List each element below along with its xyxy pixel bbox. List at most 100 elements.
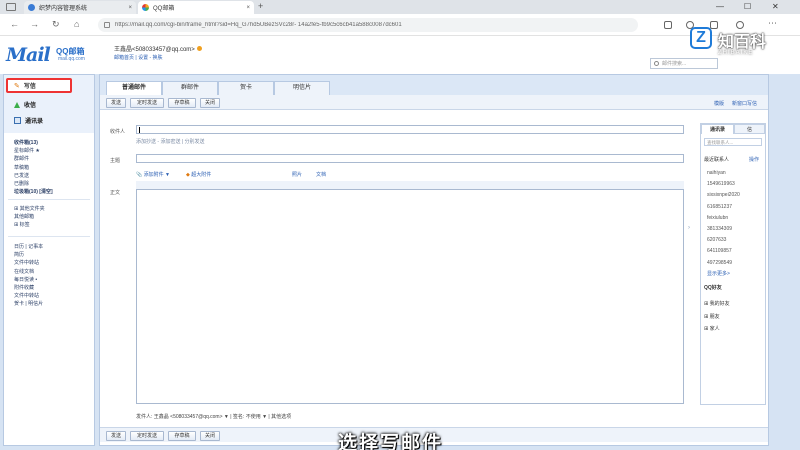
contact-item[interactable]: 616851237 <box>707 202 740 213</box>
app-filestation[interactable]: 文件中转站 <box>14 292 43 300</box>
close-button[interactable]: 关闭 <box>200 431 220 441</box>
recent-contacts-label: 最近联系人 <box>704 157 730 163</box>
app-transfer[interactable]: 文件中转站 <box>14 259 43 267</box>
contact-item[interactable]: feixiulubn <box>707 213 740 224</box>
show-more-link[interactable]: 显示更多> <box>707 269 740 280</box>
tab-greeting-card[interactable]: 贺卡 <box>218 81 274 95</box>
url-text: https://mail.qq.com/cgi-bin/frame_html?s… <box>115 22 402 28</box>
contact-item[interactable]: 1549619963 <box>707 179 740 190</box>
refresh-icon[interactable]: ↻ <box>52 19 60 30</box>
divider <box>8 236 90 237</box>
tab-actions-icon[interactable] <box>6 3 16 11</box>
contact-item[interactable]: 381334309 <box>707 224 740 235</box>
collapse-panel-icon[interactable]: › <box>688 225 690 231</box>
save-draft-button[interactable]: 存草稿 <box>168 98 196 108</box>
contacts-label: 通讯录 <box>25 119 44 125</box>
compose-label: 写信 <box>23 84 36 90</box>
close-tab-icon[interactable]: × <box>246 5 250 11</box>
video-caption: 选择写邮件 <box>338 433 444 450</box>
contact-item[interactable]: naihiyan <box>707 168 740 179</box>
to-field[interactable] <box>136 125 684 134</box>
quick-actions: ✎ 写信 收信 通讯录 <box>4 75 94 133</box>
compose-tabs: 普通邮件 群邮件 贺卡 明信片 <box>100 75 768 95</box>
mail-frame: ✎ 写信 收信 通讯录 收件箱(13) 星标邮件 ★ 群邮件 草稿箱 已发送 已… <box>0 74 800 450</box>
user-email: 王鑫晶<508033457@qq.com> <box>114 47 195 53</box>
new-window-link[interactable]: 新窗口写信 <box>732 100 757 107</box>
contact-item[interactable]: 497298549 <box>707 258 740 269</box>
mail-header: Mail QQ邮箱 mail.qq.com 王鑫晶<508033457@qq.c… <box>0 36 800 74</box>
app-reading[interactable]: 每日悦读 • <box>14 276 43 284</box>
forward-icon[interactable]: → <box>30 19 39 29</box>
folder-sent[interactable]: 已发送 <box>14 172 53 180</box>
contacts-button[interactable]: 通讯录 <box>14 116 43 125</box>
browser-tab-qqmail[interactable]: QQ邮箱 × <box>138 1 254 14</box>
body-label: 正文 <box>110 190 121 196</box>
split-screen-icon[interactable] <box>664 21 672 29</box>
inbox-button[interactable]: 收信 <box>14 100 36 109</box>
contact-item[interactable]: 6207633 <box>707 235 740 246</box>
tab-postcard[interactable]: 明信片 <box>274 81 330 95</box>
recent-action-link[interactable]: 操作 <box>749 156 759 163</box>
photo-link[interactable]: 照片 <box>292 171 302 178</box>
labels-toggle[interactable]: ⊞ 标签 <box>14 221 45 229</box>
contact-item[interactable]: sixsixnpei2020 <box>707 190 740 201</box>
folder-deleted[interactable]: 已删除 <box>14 180 53 188</box>
template-link[interactable]: 模版 <box>714 100 724 107</box>
qqmail-logo[interactable]: Mail <box>6 44 51 66</box>
timed-send-button[interactable]: 定时发送 <box>130 431 164 441</box>
browser-tab-dedecms[interactable]: 织梦内容管理系统 × <box>24 1 136 14</box>
close-tab-icon[interactable]: × <box>128 5 132 11</box>
compose-button[interactable]: ✎ 写信 <box>6 78 72 93</box>
tab-contacts[interactable]: 通讯录 <box>701 124 734 134</box>
folder-spam[interactable]: 垃圾箱(10) [清空] <box>14 188 53 196</box>
folder-inbox[interactable]: 收件箱(13) <box>14 139 53 147</box>
home-icon[interactable]: ⌂ <box>74 19 79 29</box>
app-attachments[interactable]: 附件收藏 <box>14 284 43 292</box>
other-mailboxes[interactable]: 其他邮箱 <box>14 213 45 221</box>
address-bar: ← → ↻ ⌂ https://mail.qq.com/cgi-bin/fram… <box>0 14 800 36</box>
contact-search-input[interactable]: 查找联系人... <box>704 138 762 146</box>
mail-body-editor[interactable] <box>136 189 684 404</box>
watermark-logo: Z 知百科 ZHIBAIKE <box>688 24 788 68</box>
send-button[interactable]: 发送 <box>106 431 126 441</box>
close-button[interactable]: 关闭 <box>200 98 220 108</box>
send-button[interactable]: 发送 <box>106 98 126 108</box>
other-folders-toggle[interactable]: ⊞ 其他文件夹 <box>14 205 45 213</box>
inbox-icon <box>14 101 20 108</box>
super-attachment-link[interactable]: ◆ 超大附件 <box>186 171 211 178</box>
tab-other[interactable]: 信 <box>734 124 765 134</box>
subject-field[interactable] <box>136 154 684 163</box>
app-resume[interactable]: 简历 <box>14 251 43 259</box>
cc-bcc-links[interactable]: 添加抄送 - 添加密送 | 分别发送 <box>136 138 205 145</box>
timed-send-button[interactable]: 定时发送 <box>130 98 164 108</box>
new-tab-button[interactable]: + <box>258 1 263 11</box>
save-draft-button[interactable]: 存草稿 <box>168 431 196 441</box>
folder-group[interactable]: 群邮件 <box>14 155 53 163</box>
to-label: 收件人 <box>110 129 126 135</box>
folder-list: 收件箱(13) 星标邮件 ★ 群邮件 草稿箱 已发送 已删除 垃圾箱(10) [… <box>14 139 53 196</box>
add-attachment-label: 添加附件 <box>143 172 164 178</box>
document-link[interactable]: 文档 <box>316 171 326 178</box>
tab-normal-mail[interactable]: 普通邮件 <box>106 81 162 95</box>
back-icon[interactable]: ← <box>10 19 19 29</box>
maximize-button[interactable]: ☐ <box>744 2 751 11</box>
sender-options[interactable]: 发件人: 王鑫晶 <508033457@qq.com> ▼ | 签名: 不使用 … <box>136 413 291 420</box>
browser-tab-bar: 织梦内容管理系统 × QQ邮箱 × + — ☐ ✕ <box>0 0 800 14</box>
close-window-button[interactable]: ✕ <box>772 2 779 11</box>
group-family[interactable]: ⊞ 家人 <box>704 323 730 336</box>
app-calendar[interactable]: 日历 | 记事本 <box>14 243 43 251</box>
contacts-panel: 通讯录 信 查找联系人... 最近联系人 操作 naihiyan 1549619… <box>700 123 766 405</box>
url-input[interactable]: https://mail.qq.com/cgi-bin/frame_html?s… <box>98 18 638 32</box>
contact-item[interactable]: 641109857 <box>707 246 740 257</box>
folder-starred[interactable]: 星标邮件 ★ <box>14 147 53 155</box>
minimize-button[interactable]: — <box>716 2 724 11</box>
tab-group-mail[interactable]: 群邮件 <box>162 81 218 95</box>
app-cards[interactable]: 贺卡 | 明信片 <box>14 300 43 308</box>
editor-format-bar <box>136 181 684 189</box>
group-my-friends[interactable]: ⊞ 我的好友 <box>704 298 730 311</box>
group-friends[interactable]: ⊞ 朋友 <box>704 311 730 324</box>
header-links[interactable]: 邮箱首页 | 设置 - 换肤 <box>114 54 163 61</box>
add-attachment-link[interactable]: 📎 添加附件 ▼ <box>136 171 170 178</box>
folder-drafts[interactable]: 草稿箱 <box>14 164 53 172</box>
app-docs[interactable]: 在线文档 <box>14 268 43 276</box>
